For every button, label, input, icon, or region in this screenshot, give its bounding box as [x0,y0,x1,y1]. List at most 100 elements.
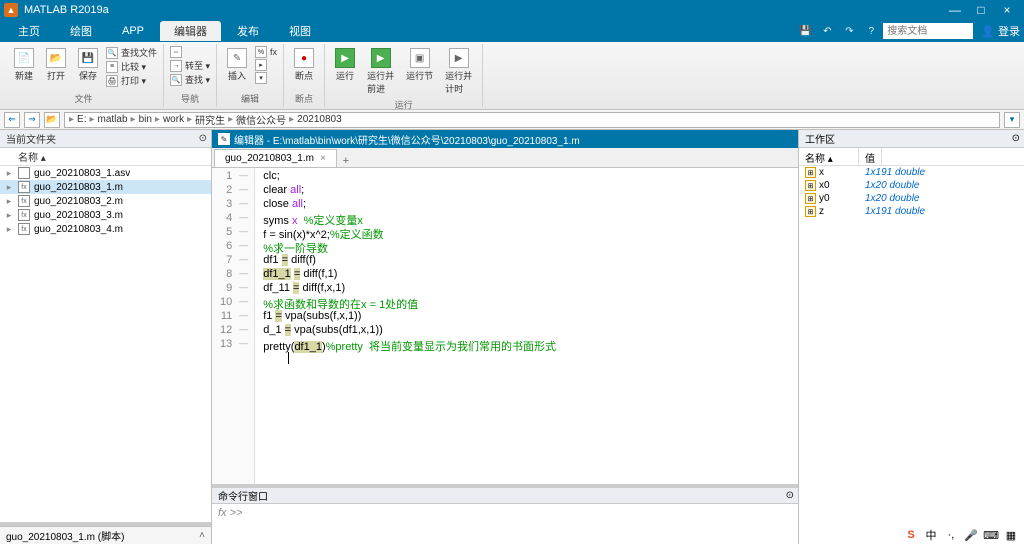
workspace-header: 工作区⊙ [799,130,1024,148]
system-tray: S 中 ·, 🎤 ⌨ ▦ [904,526,1018,544]
file-row[interactable]: ▸fxguo_20210803_1.m [0,180,211,194]
path-seg[interactable]: E: [77,114,86,125]
tray-mic-icon[interactable]: 🎤 [964,528,978,542]
path-dropdown[interactable]: ▾ [1004,112,1020,128]
file-name: guo_20210803_1.asv [34,168,130,179]
var-name: x0 [819,180,830,191]
ws-menu-icon[interactable]: ⊙ [1012,133,1020,144]
cmd-menu-icon[interactable]: ⊙ [786,490,794,501]
file-tab-label: guo_20210803_1.m [225,153,314,164]
file-name: guo_20210803_4.m [34,224,123,235]
ribbon-run-2[interactable]: ▣运行节 [402,46,437,84]
login-button[interactable]: 👤登录 [981,23,1020,39]
close-button[interactable]: × [994,3,1020,17]
tray-grid-icon[interactable]: ▦ [1004,528,1018,542]
path-seg[interactable]: bin [139,114,152,125]
ribbon-新建[interactable]: 📄新建 [10,46,38,84]
ribbon-nav[interactable]: →转至 ▾ [170,59,210,72]
add-tab-button[interactable]: + [337,155,355,167]
minimize-button[interactable]: — [942,3,968,17]
var-icon: ⊞ [805,167,816,178]
ribbon-nav[interactable]: ⇔ [170,46,210,58]
path-seg[interactable]: 20210803 [297,114,342,125]
menu-tab-发布[interactable]: 发布 [223,21,273,41]
ribbon-nav[interactable]: 🔍查找 ▾ [170,73,210,86]
ribbon-run-1[interactable]: ▶运行并 前进 [363,46,398,97]
search-input[interactable] [883,23,973,39]
file-row[interactable]: ▸fxguo_20210803_2.m [0,194,211,208]
menu-tab-主页[interactable]: 主页 [4,21,54,41]
command-window[interactable]: fx >> [212,504,798,544]
nav-up-button[interactable]: 📂 [44,112,60,128]
menu-tab-绘图[interactable]: 绘图 [56,21,106,41]
filelist-col-name[interactable]: 名称 ▴ [0,148,211,166]
ribbon-breakpoint[interactable]: ●断点 [290,46,318,84]
file-tab[interactable]: guo_20210803_1.m × [214,149,337,167]
tray-icon[interactable]: S [904,528,918,542]
file-row[interactable]: ▸fxguo_20210803_4.m [0,222,211,236]
var-icon: ⊞ [805,206,816,217]
file-name: guo_20210803_3.m [34,210,123,221]
ribbon-edit-small[interactable]: ▾ [255,72,277,84]
path-seg[interactable]: work [163,114,184,125]
file-icon [18,167,30,179]
ws-var-row[interactable]: ⊞y01x20 double [799,192,1024,205]
path-seg[interactable]: matlab [98,114,128,125]
var-value: 1x20 double [859,193,1024,204]
toolbar-icon[interactable]: ↷ [840,23,858,39]
ws-var-row[interactable]: ⊞x01x20 double [799,179,1024,192]
ws-col-name[interactable]: 名称 ▴ [799,148,859,165]
ribbon-查找文件[interactable]: 🔍查找文件 [106,46,157,59]
file-info: guo_20210803_1.m (脚本) [6,528,124,543]
ribbon-edit-small[interactable]: ▸ [255,59,277,71]
file-icon: fx [18,209,30,221]
file-tab-close-icon[interactable]: × [320,153,326,164]
file-name: guo_20210803_2.m [34,196,123,207]
matlab-logo-icon: ▲ [4,3,18,17]
ws-var-row[interactable]: ⊞z1x191 double [799,205,1024,218]
ribbon-保存[interactable]: 💾保存 [74,46,102,84]
ws-var-row[interactable]: ⊞x 1x191 double [799,166,1024,179]
file-icon: fx [18,181,30,193]
path-seg[interactable]: 研究生 [195,112,225,127]
ribbon-比较 ▾[interactable]: ≡比较 ▾ [106,60,157,73]
menu-tab-编辑器[interactable]: 编辑器 [160,21,221,41]
file-icon: fx [18,195,30,207]
nav-back-button[interactable]: ⇐ [4,112,20,128]
menu-tab-APP[interactable]: APP [108,23,158,39]
file-row[interactable]: ▸guo_20210803_1.asv [0,166,211,180]
command-prompt: fx >> [218,507,242,519]
code-editor[interactable]: 12345678910111213 clc;clear all;close al… [212,168,798,484]
ribbon-打印 ▾[interactable]: 🖨打印 ▾ [106,74,157,87]
editor-header: ✎ 编辑器 - E:\matlab\bin\work\研究生\微信公众号\202… [212,130,798,148]
path-box[interactable]: ▸E:▸matlab▸bin▸work▸研究生▸微信公众号▸20210803 [64,112,1000,128]
var-name: x [819,167,824,178]
ribbon-run-3[interactable]: ▶运行并 计时 [441,46,476,97]
var-name: y0 [819,193,830,204]
tray-punct-icon[interactable]: ·, [944,528,958,542]
path-seg[interactable]: 微信公众号 [236,112,286,127]
file-row[interactable]: ▸fxguo_20210803_3.m [0,208,211,222]
current-folder-header: 当前文件夹⊙ [0,130,211,148]
ws-col-value[interactable]: 值 [859,148,882,165]
maximize-button[interactable]: □ [968,3,994,17]
var-value: 1x20 double [859,180,1024,191]
var-value: 1x191 double [859,167,1024,178]
pane-menu-icon[interactable]: ⊙ [199,133,207,144]
tray-kbd-icon[interactable]: ⌨ [984,528,998,542]
ribbon-打开[interactable]: 📂打开 [42,46,70,84]
ribbon-edit-small[interactable]: %fx [255,46,277,58]
ribbon-run-0[interactable]: ▶运行 [331,46,359,84]
ribbon-insert[interactable]: ✎插入 [223,46,251,84]
toolbar-icon[interactable]: 💾 [796,23,814,39]
toolbar-icon[interactable]: ↶ [818,23,836,39]
nav-fwd-button[interactable]: ⇒ [24,112,40,128]
file-icon: fx [18,223,30,235]
menu-tab-视图[interactable]: 视图 [275,21,325,41]
file-name: guo_20210803_1.m [34,182,123,193]
toolbar-icon[interactable]: ? [862,23,880,39]
var-value: 1x191 double [859,206,1024,217]
editor-icon: ✎ [218,133,230,145]
tray-ime-icon[interactable]: 中 [924,528,938,542]
info-expand-icon[interactable]: ˄ [199,530,205,541]
